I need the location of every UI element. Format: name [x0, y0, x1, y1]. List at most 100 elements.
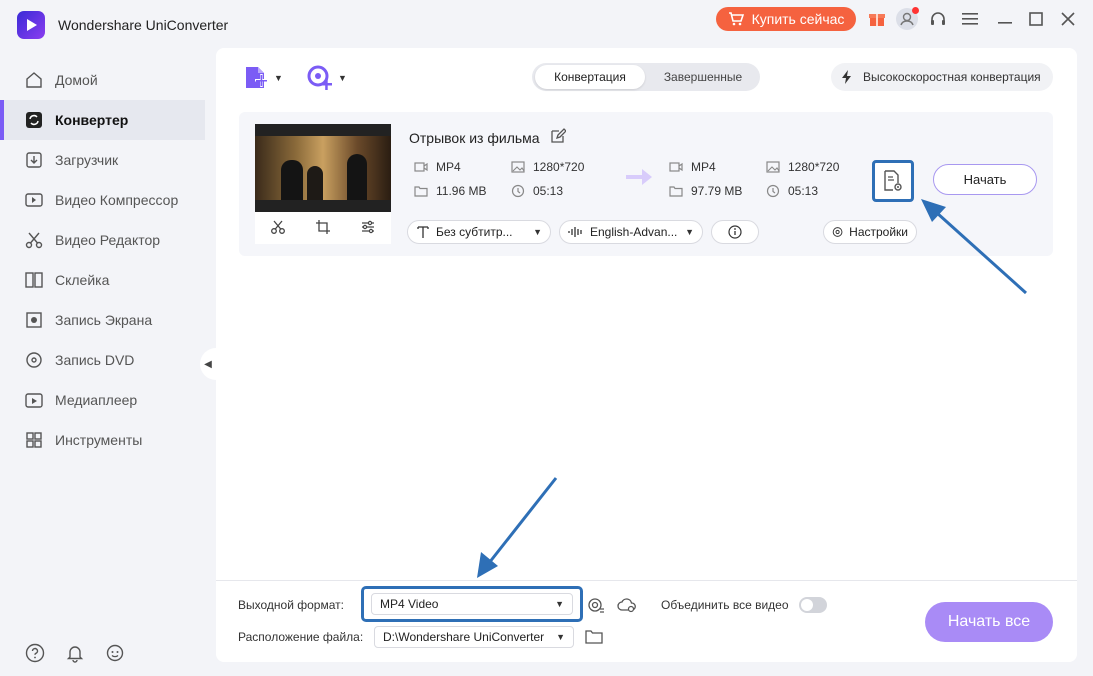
start-all-button[interactable]: Начать все: [925, 602, 1053, 642]
subtitle-value: Без субтитр...: [436, 225, 513, 239]
download-icon: [25, 151, 43, 169]
screen-record-icon: [25, 311, 43, 329]
text-icon: [417, 226, 429, 238]
add-file-button[interactable]: ▼: [242, 64, 283, 92]
sidebar-item-dvd[interactable]: Запись DVD: [0, 340, 205, 380]
file-settings-icon: [884, 170, 902, 191]
file-name: Отрывок из фильма: [409, 129, 540, 146]
player-icon: [25, 391, 43, 409]
chevron-down-icon: ▼: [274, 73, 283, 83]
source-format: MP4: [414, 160, 461, 174]
sidebar-item-editor[interactable]: Видео Редактор: [0, 220, 205, 260]
subtitle-dropdown[interactable]: Без субтитр... ▼: [407, 220, 551, 244]
app-logo: [17, 11, 45, 39]
audio-dropdown[interactable]: English-Advan... ▼: [559, 220, 703, 244]
avatar[interactable]: [896, 7, 919, 30]
bell-icon[interactable]: [65, 643, 85, 663]
folder-icon: [669, 185, 683, 197]
home-icon: [25, 71, 43, 89]
dvd-icon: [25, 351, 43, 369]
app-title: Wondershare UniConverter: [58, 17, 229, 33]
close-icon[interactable]: [1057, 8, 1079, 30]
sidebar-item-downloader[interactable]: Загрузчик: [0, 140, 205, 180]
file-location-select[interactable]: D:\Wondershare UniConverter ▼: [374, 626, 574, 648]
sidebar-item-label: Домой: [55, 72, 98, 88]
headset-icon[interactable]: [927, 8, 949, 30]
main-panel: ▼ ▼ Конвертация Завершенные Высокоскорос…: [216, 48, 1077, 662]
merge-icon: [25, 271, 43, 289]
scissors-icon[interactable]: [270, 219, 286, 238]
high-speed-label: Высокоскоростная конвертация: [863, 70, 1041, 84]
sidebar-item-compressor[interactable]: Видео Компрессор: [0, 180, 205, 220]
bottom-divider: [216, 580, 1077, 581]
sidebar-item-screen-record[interactable]: Запись Экрана: [0, 300, 205, 340]
thumbnail-figure: [281, 160, 303, 200]
output-duration: 05:13: [766, 184, 818, 198]
clock-icon: [766, 184, 780, 198]
chevron-down-icon: ▼: [685, 227, 694, 237]
info-button[interactable]: [711, 220, 759, 244]
sidebar-item-merge[interactable]: Склейка: [0, 260, 205, 300]
hardware-accel-icon[interactable]: [586, 595, 606, 615]
merge-all-label: Объединить все видео: [661, 598, 789, 612]
buy-now-button[interactable]: Купить сейчас: [716, 7, 856, 31]
cloud-icon[interactable]: [617, 595, 637, 615]
menu-icon[interactable]: [959, 8, 981, 30]
clock-icon: [511, 184, 525, 198]
view-tabs: Конвертация Завершенные: [532, 63, 760, 91]
settings-button[interactable]: Настройки: [823, 220, 917, 244]
output-settings-button[interactable]: [872, 160, 914, 202]
source-size: 11.96 MB: [414, 184, 486, 198]
tab-finished[interactable]: Завершенные: [648, 65, 758, 89]
audio-wave-icon: [568, 227, 582, 237]
chevron-down-icon: ▼: [338, 73, 347, 83]
effects-icon[interactable]: [360, 219, 376, 238]
sidebar: Домой Конвертер Загрузчик Видео Компресс…: [0, 48, 214, 676]
compress-icon: [25, 191, 43, 209]
convert-arrow-icon: [624, 166, 654, 195]
thumbnail-tools: [255, 212, 391, 244]
edit-icon[interactable]: [550, 128, 567, 147]
chevron-down-icon: ▼: [555, 599, 564, 609]
sidebar-item-label: Загрузчик: [55, 152, 119, 168]
high-speed-conversion-button[interactable]: Высокоскоростная конвертация: [831, 63, 1053, 91]
info-icon: [728, 225, 742, 239]
help-icon[interactable]: [25, 643, 45, 663]
video-icon: [669, 161, 683, 173]
minimize-icon[interactable]: [994, 8, 1016, 30]
sidebar-item-label: Склейка: [55, 272, 110, 288]
output-format-value: MP4 Video: [380, 597, 439, 611]
sidebar-item-converter[interactable]: Конвертер: [0, 100, 205, 140]
scissors-icon: [25, 231, 43, 249]
start-button[interactable]: Начать: [933, 164, 1037, 195]
audio-value: English-Advan...: [590, 225, 678, 239]
sidebar-item-home[interactable]: Домой: [0, 60, 205, 100]
thumbnail-scene: [255, 136, 391, 200]
feedback-icon[interactable]: [105, 643, 125, 663]
sidebar-item-player[interactable]: Медиаплеер: [0, 380, 205, 420]
file-title: Отрывок из фильма: [409, 128, 567, 147]
crop-icon[interactable]: [315, 219, 331, 238]
output-format-highlight: MP4 Video ▼: [361, 586, 583, 622]
open-folder-icon[interactable]: [584, 627, 604, 647]
gift-icon[interactable]: [866, 8, 888, 30]
video-thumbnail[interactable]: [255, 124, 391, 212]
chevron-down-icon: ▼: [556, 632, 565, 642]
thumbnail-figure: [307, 166, 323, 200]
merge-all-toggle[interactable]: [799, 597, 827, 613]
file-card: Отрывок из фильма MP4 1280*720 11.96 MB …: [239, 112, 1053, 256]
output-resolution: 1280*720: [766, 160, 839, 174]
thumbnail-figure: [347, 154, 367, 200]
video-icon: [414, 161, 428, 173]
output-format-select[interactable]: MP4 Video ▼: [371, 593, 573, 615]
sidebar-item-label: Видео Компрессор: [55, 192, 179, 208]
sidebar-item-label: Запись DVD: [55, 352, 135, 368]
sidebar-item-toolbox[interactable]: Инструменты: [0, 420, 205, 460]
buy-now-label: Купить сейчас: [751, 11, 845, 27]
tab-convert[interactable]: Конвертация: [535, 65, 645, 89]
add-media-button[interactable]: ▼: [306, 64, 347, 92]
maximize-icon[interactable]: [1025, 8, 1047, 30]
image-icon: [511, 161, 525, 173]
sidebar-item-label: Инструменты: [55, 432, 143, 448]
toolbox-icon: [25, 431, 43, 449]
